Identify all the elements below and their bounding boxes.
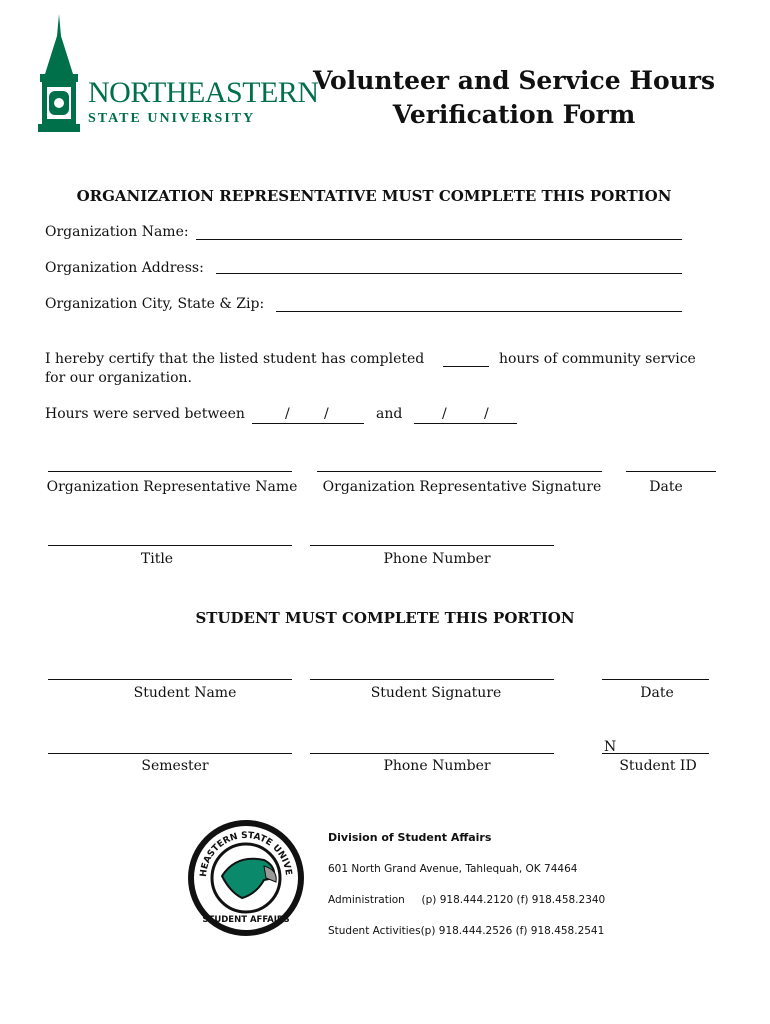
semester-label: Semester xyxy=(141,758,209,774)
org-section-heading: ORGANIZATION REPRESENTATIVE MUST COMPLET… xyxy=(76,187,672,205)
student-name-field[interactable] xyxy=(48,679,292,680)
form-title-line2: Verification Form xyxy=(392,100,636,129)
student-signature-field[interactable] xyxy=(310,679,554,680)
org-city-field[interactable] xyxy=(276,311,682,312)
activities-contact: Student Activities(p) 918.444.2526 (f) 9… xyxy=(328,925,605,937)
student-id-label: Student ID xyxy=(619,758,697,774)
org-address-field[interactable] xyxy=(216,273,682,274)
date-slash: / xyxy=(285,406,290,422)
rep-phone-label: Phone Number xyxy=(383,551,491,567)
student-phone-field[interactable] xyxy=(310,753,554,754)
org-name-field[interactable] xyxy=(196,239,682,240)
student-phone-label: Phone Number xyxy=(383,758,491,774)
rep-date-field[interactable] xyxy=(626,471,716,472)
date-slash: / xyxy=(442,406,447,422)
rep-name-field[interactable] xyxy=(48,471,292,472)
student-affairs-seal: NORTHEASTERN STATE UNIVERSITY STUDENT AF… xyxy=(186,818,304,936)
end-date-field[interactable] xyxy=(414,423,517,424)
student-name-label: Student Name xyxy=(133,685,237,701)
date-slash: / xyxy=(324,406,329,422)
clock-tower-icon xyxy=(38,14,80,132)
form-title-line1: Volunteer and Service Hours xyxy=(312,66,716,95)
org-city-label: Organization City, State & Zip: xyxy=(45,296,265,312)
student-signature-label: Student Signature xyxy=(370,685,502,701)
logo-sub: STATE UNIVERSITY xyxy=(88,111,256,126)
rep-phone-field[interactable] xyxy=(310,545,554,546)
student-section-heading: STUDENT MUST COMPLETE THIS PORTION xyxy=(195,609,575,627)
logo-name: NORTHEASTERN xyxy=(88,76,319,109)
rep-date-label: Date xyxy=(649,479,683,495)
student-id-field[interactable] xyxy=(602,753,709,754)
student-date-label: Date xyxy=(640,685,674,701)
rep-title-label: Title xyxy=(140,551,174,567)
rep-title-field[interactable] xyxy=(48,545,292,546)
org-name-label: Organization Name: xyxy=(45,224,189,240)
form-page: NORTHEASTERN STATE UNIVERSITY Volunteer … xyxy=(0,0,770,1024)
seal-bottom-text: STUDENT AFFAIRS xyxy=(202,915,289,925)
semester-field[interactable] xyxy=(48,753,292,754)
rep-signature-field[interactable] xyxy=(317,471,602,472)
student-date-field[interactable] xyxy=(602,679,709,680)
start-date-field[interactable] xyxy=(252,423,364,424)
division-address: 601 North Grand Avenue, Tahlequah, OK 74… xyxy=(328,863,578,875)
org-address-label: Organization Address: xyxy=(45,260,204,276)
admin-contact: Administration (p) 918.444.2120 (f) 918.… xyxy=(328,894,606,906)
certify-text: I hereby certify that the listed student… xyxy=(45,351,425,367)
certify-text-3: for our organization. xyxy=(45,370,192,386)
hours-field[interactable] xyxy=(443,366,489,367)
and-label: and xyxy=(376,406,403,422)
certify-text-2: hours of community service xyxy=(499,351,696,367)
rep-name-label: Organization Representative Name xyxy=(46,479,298,495)
rep-signature-label: Organization Representative Signature xyxy=(322,479,602,495)
date-slash: / xyxy=(484,406,489,422)
division-name: Division of Student Affairs xyxy=(328,831,492,844)
hours-served-label: Hours were served between xyxy=(45,406,245,422)
